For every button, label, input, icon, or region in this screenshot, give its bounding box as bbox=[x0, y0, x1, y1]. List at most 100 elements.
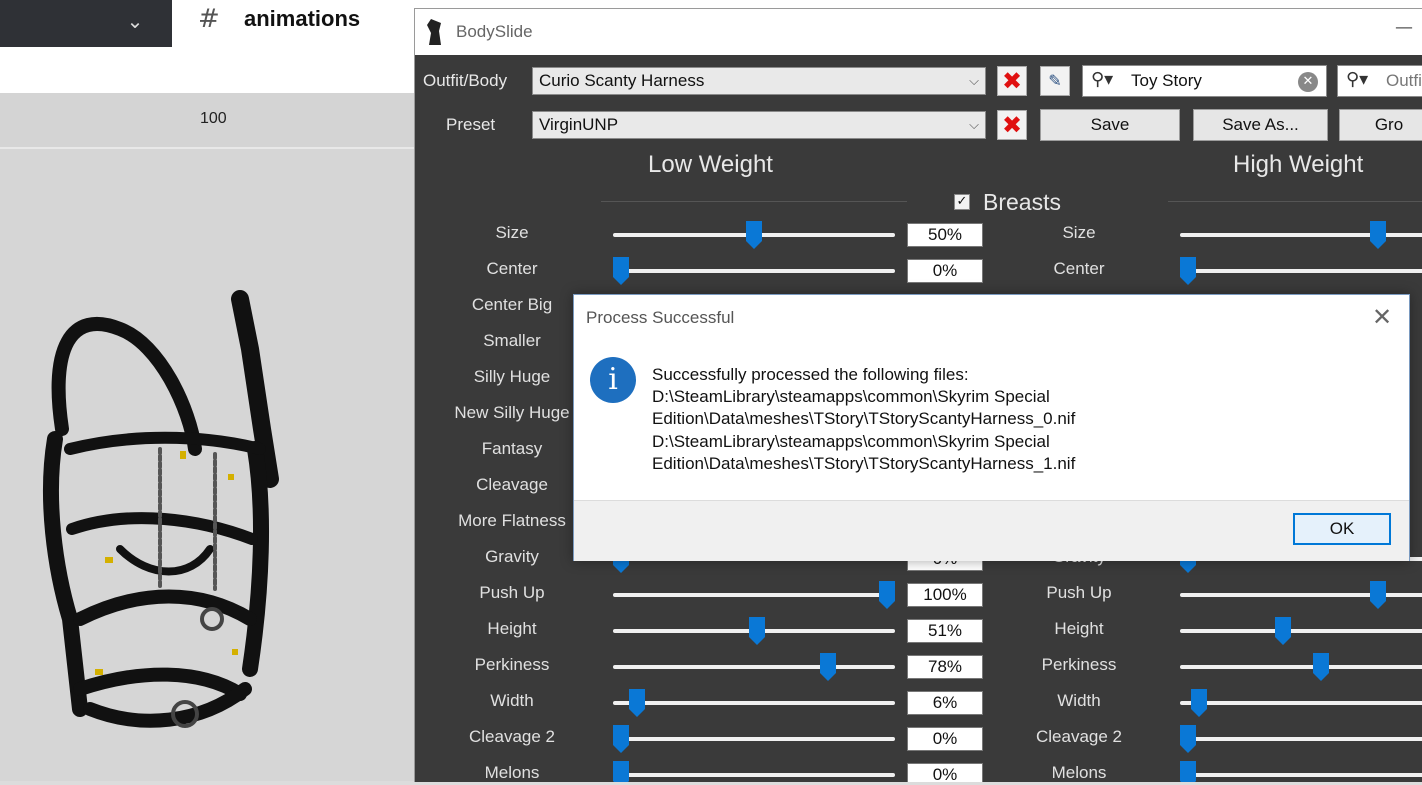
slider-track-low bbox=[613, 269, 895, 273]
slider-track-high bbox=[1180, 701, 1422, 705]
slider-track-high bbox=[1180, 269, 1422, 273]
slider-track-low bbox=[613, 701, 895, 705]
slider-value-input[interactable]: 0% bbox=[907, 763, 983, 782]
clear-outfit-button[interactable]: ✖ bbox=[997, 66, 1027, 96]
chevron-down-icon: ⌵ bbox=[969, 73, 979, 88]
minimize-button[interactable]: — bbox=[1395, 17, 1413, 38]
slider-label-low: Perkiness bbox=[474, 655, 550, 674]
slider-label-low: New Silly Huge bbox=[454, 403, 570, 422]
save-as-button[interactable]: Save As... bbox=[1193, 109, 1328, 141]
slider-thumb-high[interactable] bbox=[1180, 257, 1196, 285]
brush-icon[interactable]: ✎ bbox=[1040, 66, 1070, 96]
group-filter-search[interactable]: ⚲▾ Outfi bbox=[1337, 65, 1422, 97]
slider-label-high: Height bbox=[1054, 619, 1104, 638]
slider-label-high: Width bbox=[1057, 691, 1101, 710]
slider-thumb-high[interactable] bbox=[1275, 617, 1291, 645]
low-weight-heading: Low Weight bbox=[648, 151, 773, 178]
clear-preset-button[interactable]: ✖ bbox=[997, 110, 1027, 140]
outfit-filter-search[interactable]: ⚲▾ Toy Story ✕ bbox=[1082, 65, 1327, 97]
slider-thumb-low[interactable] bbox=[613, 761, 629, 782]
slider-track-low bbox=[613, 773, 895, 777]
slider-value-input[interactable]: 78% bbox=[907, 655, 983, 679]
slider-label-low: Silly Huge bbox=[473, 367, 551, 386]
dialog-footer bbox=[574, 500, 1409, 561]
slider-thumb-low[interactable] bbox=[746, 221, 762, 249]
slider-value-input[interactable]: 51% bbox=[907, 619, 983, 643]
close-icon[interactable]: ✕ bbox=[1372, 303, 1392, 331]
slider-label-high: Push Up bbox=[1046, 583, 1112, 602]
slider-track-low bbox=[613, 737, 895, 741]
chevron-down-icon: ⌵ bbox=[969, 117, 979, 132]
slider-label-low: More Flatness bbox=[458, 511, 566, 530]
group-filter-placeholder: Outfi bbox=[1386, 71, 1422, 90]
slider-label-high: Perkiness bbox=[1041, 655, 1117, 674]
dialog-message-line: Edition\Data\meshes\TStory\TStoryScantyH… bbox=[652, 409, 1076, 428]
ok-button[interactable]: OK bbox=[1293, 513, 1391, 545]
breasts-category-checkbox[interactable]: ✓ bbox=[954, 194, 970, 210]
save-button[interactable]: Save bbox=[1040, 109, 1180, 141]
slider-label-low: Width bbox=[490, 691, 534, 710]
slider-label-low: Melons bbox=[484, 763, 540, 782]
slider-thumb-low[interactable] bbox=[879, 581, 895, 609]
harness-model-image bbox=[42, 290, 279, 728]
slider-thumb-high[interactable] bbox=[1191, 689, 1208, 717]
clear-search-icon[interactable]: ✕ bbox=[1298, 72, 1318, 92]
slider-label-low: Size bbox=[495, 223, 529, 242]
slider-label-low: Center bbox=[486, 259, 538, 278]
slider-thumb-low[interactable] bbox=[628, 689, 645, 717]
high-weight-heading: High Weight bbox=[1233, 151, 1364, 178]
slider-thumb-low[interactable] bbox=[613, 257, 629, 285]
bodyslide-logo-icon bbox=[427, 19, 441, 45]
info-icon: i bbox=[590, 357, 636, 403]
dialog-message-line: D:\SteamLibrary\steamapps\common\Skyrim … bbox=[652, 387, 1050, 406]
dialog-title: Process Successful bbox=[586, 308, 735, 327]
slider-thumb-high[interactable] bbox=[1180, 725, 1196, 753]
slider-label-high: Center bbox=[1053, 259, 1105, 278]
slider-label-low: Height bbox=[487, 619, 537, 638]
slider-track-high bbox=[1180, 665, 1422, 669]
dialog-message-line: Successfully processed the following fil… bbox=[652, 365, 969, 384]
slider-thumb-high[interactable] bbox=[1180, 761, 1196, 782]
slider-value-input[interactable]: 0% bbox=[907, 727, 983, 751]
preset-label: Preset bbox=[446, 115, 496, 134]
slider-value-input[interactable]: 6% bbox=[907, 691, 983, 715]
preset-select[interactable]: VirginUNP ⌵ bbox=[532, 111, 986, 139]
group-manager-button[interactable]: Gro bbox=[1339, 109, 1422, 141]
preset-value: VirginUNP bbox=[539, 115, 619, 134]
search-icon: ⚲▾ bbox=[1091, 69, 1114, 90]
slider-thumb-high[interactable] bbox=[1313, 653, 1329, 681]
slider-track-high bbox=[1180, 773, 1422, 777]
process-successful-dialog: Process Successful ✕ i Successfully proc… bbox=[573, 294, 1410, 561]
outfit-label: Outfit/Body bbox=[423, 71, 508, 90]
category-divider-right bbox=[1168, 201, 1422, 202]
search-icon: ⚲▾ bbox=[1346, 69, 1369, 90]
slider-value-input[interactable]: 50% bbox=[907, 223, 983, 247]
slider-label-low: Cleavage 2 bbox=[468, 727, 555, 746]
outfit-select[interactable]: Curio Scanty Harness ⌵ bbox=[532, 67, 986, 95]
slider-thumb-low[interactable] bbox=[613, 725, 629, 753]
slider-track-high bbox=[1180, 629, 1422, 633]
slider-value-input[interactable]: 100% bbox=[907, 583, 983, 607]
outfit-value: Curio Scanty Harness bbox=[539, 71, 705, 90]
chevron-down-icon[interactable]: ⌄ bbox=[122, 8, 148, 34]
channel-name: animations bbox=[244, 6, 361, 31]
slider-label-high: Cleavage 2 bbox=[1035, 727, 1122, 746]
slider-thumb-low[interactable] bbox=[748, 617, 765, 645]
outfit-filter-value: Toy Story bbox=[1131, 71, 1202, 90]
slider-label-high: Melons bbox=[1051, 763, 1107, 782]
slider-thumb-high[interactable] bbox=[1370, 581, 1386, 609]
slider-label-low: Cleavage bbox=[476, 475, 548, 494]
slider-track-low bbox=[613, 593, 895, 597]
preview-viewport bbox=[0, 149, 414, 781]
titlebar bbox=[415, 9, 1422, 55]
slider-label-low: Push Up bbox=[479, 583, 545, 602]
slider-label-high: Size bbox=[1062, 223, 1096, 242]
slider-value-input[interactable]: 0% bbox=[907, 259, 983, 283]
slider-thumb-low[interactable] bbox=[820, 653, 837, 681]
category-divider-left bbox=[601, 201, 907, 202]
slider-label-low: Smaller bbox=[483, 331, 541, 350]
dialog-message-line: D:\SteamLibrary\steamapps\common\Skyrim … bbox=[652, 432, 1050, 451]
hash-lock-icon: # bbox=[198, 4, 220, 34]
slider-thumb-high[interactable] bbox=[1370, 221, 1386, 249]
slider-label-low: Gravity bbox=[485, 547, 539, 566]
